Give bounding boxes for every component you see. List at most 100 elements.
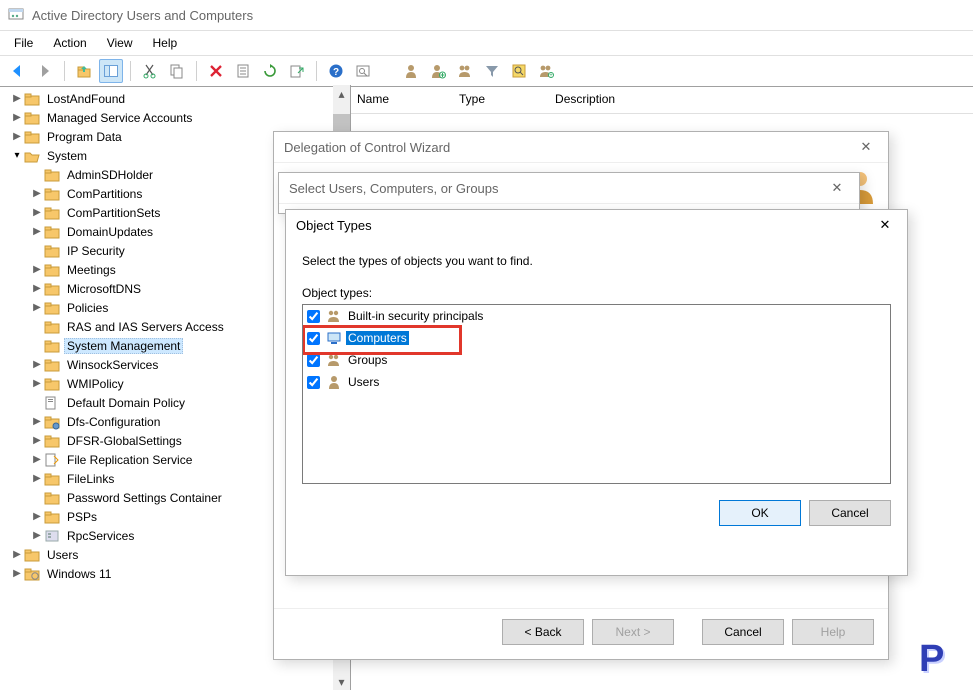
chevron-right-icon[interactable]: ▶ <box>30 415 44 429</box>
select-objects-title: Select Users, Computers, or Groups <box>289 181 499 196</box>
option-users[interactable]: Users <box>303 371 890 393</box>
chevron-right-icon[interactable]: ▶ <box>30 377 44 391</box>
menu-help[interactable]: Help <box>143 32 188 54</box>
tree-label: LostAndFound <box>44 92 128 106</box>
folder-icon <box>44 262 60 278</box>
export-list-button[interactable] <box>285 59 309 83</box>
copy-button[interactable] <box>165 59 189 83</box>
option-label: Computers <box>346 331 409 345</box>
wizard-back-button[interactable]: < Back <box>502 619 584 645</box>
option-users-checkbox[interactable] <box>307 376 320 389</box>
watermark-logo: P <box>919 638 963 682</box>
ok-button[interactable]: OK <box>719 500 801 526</box>
wizard-title-bar[interactable]: Delegation of Control Wizard ✕ <box>274 132 888 163</box>
user-icon-button[interactable] <box>399 59 423 83</box>
group-icon <box>326 352 342 368</box>
chevron-right-icon[interactable]: ▶ <box>30 206 44 220</box>
tree-label: MicrosoftDNS <box>64 282 144 296</box>
option-label: Built-in security principals <box>346 309 485 323</box>
chevron-right-icon[interactable]: ▶ <box>30 472 44 486</box>
scroll-up-button[interactable]: ▴ <box>333 85 350 102</box>
object-types-instruction: Select the types of objects you want to … <box>302 254 891 268</box>
chevron-right-icon[interactable]: ▶ <box>30 301 44 315</box>
menu-file[interactable]: File <box>4 32 43 54</box>
nav-back-button[interactable] <box>6 59 30 83</box>
folder-icon <box>44 186 60 202</box>
search-button[interactable] <box>507 59 531 83</box>
add-group-button[interactable] <box>453 59 477 83</box>
tree-label: PSPs <box>64 510 100 524</box>
object-types-body: Select the types of objects you want to … <box>286 240 907 488</box>
tree-label: Default Domain Policy <box>64 396 188 410</box>
option-groups-checkbox[interactable] <box>307 354 320 367</box>
cut-button[interactable] <box>138 59 162 83</box>
chevron-right-icon[interactable]: ▶ <box>10 567 24 581</box>
delete-button[interactable] <box>204 59 228 83</box>
up-one-level-button[interactable] <box>72 59 96 83</box>
chevron-right-icon[interactable]: ▶ <box>30 434 44 448</box>
menu-action[interactable]: Action <box>43 32 96 54</box>
tree-item-msa[interactable]: ▶Managed Service Accounts <box>10 108 350 127</box>
chevron-right-icon[interactable]: ▶ <box>30 187 44 201</box>
column-description[interactable]: Description <box>555 92 615 106</box>
menu-view[interactable]: View <box>97 32 143 54</box>
group-icon <box>326 308 342 324</box>
chevron-right-icon[interactable]: ▶ <box>30 263 44 277</box>
close-icon[interactable]: ✕ <box>873 213 897 237</box>
chevron-right-icon[interactable]: ▶ <box>30 282 44 296</box>
chevron-right-icon[interactable]: ▶ <box>30 358 44 372</box>
help-button[interactable]: ? <box>324 59 348 83</box>
chevron-right-icon[interactable]: ▶ <box>10 548 24 562</box>
close-icon[interactable]: ✕ <box>854 135 878 159</box>
folder-icon <box>24 110 40 126</box>
tree-label: File Replication Service <box>64 453 195 467</box>
object-types-title: Object Types <box>296 218 372 233</box>
show-hide-console-tree-button[interactable] <box>99 59 123 83</box>
option-builtin[interactable]: Built-in security principals <box>303 305 890 327</box>
tree-label: DomainUpdates <box>64 225 156 239</box>
tree-label: IP Security <box>64 244 128 258</box>
chevron-right-icon[interactable]: ▶ <box>10 111 24 125</box>
select-objects-title-bar[interactable]: Select Users, Computers, or Groups ✕ <box>279 173 859 204</box>
tree-label: Meetings <box>64 263 119 277</box>
user-icon <box>326 374 342 390</box>
option-groups[interactable]: Groups <box>303 349 890 371</box>
add-to-group-button[interactable]: + <box>534 59 558 83</box>
toolbar-separator <box>64 61 65 81</box>
chevron-right-icon[interactable]: ▶ <box>30 510 44 524</box>
object-types-listbox[interactable]: Built-in security principals Computers G… <box>302 304 891 484</box>
wizard-help-button: Help <box>792 619 874 645</box>
tree-label: Password Settings Container <box>64 491 225 505</box>
chevron-right-icon[interactable]: ▶ <box>30 453 44 467</box>
folder-icon <box>44 509 60 525</box>
option-computers-checkbox[interactable] <box>307 332 320 345</box>
column-name[interactable]: Name <box>357 92 389 106</box>
list-header[interactable]: Name Type Description <box>351 85 973 114</box>
add-user-button[interactable] <box>426 59 450 83</box>
chevron-right-icon[interactable]: ▶ <box>30 529 44 543</box>
wizard-next-button: Next > <box>592 619 674 645</box>
column-type[interactable]: Type <box>459 92 485 106</box>
chevron-right-icon[interactable]: ▶ <box>30 225 44 239</box>
scroll-down-button[interactable]: ▾ <box>333 673 350 690</box>
folder-icon <box>44 300 60 316</box>
tree-item-lostandfound[interactable]: ▶ LostAndFound <box>10 89 350 108</box>
option-computers[interactable]: Computers <box>303 327 890 349</box>
chevron-right-icon[interactable]: ▶ <box>10 92 24 106</box>
find-button[interactable] <box>351 59 375 83</box>
close-icon[interactable]: ✕ <box>825 176 849 200</box>
properties-button[interactable] <box>231 59 255 83</box>
chevron-down-icon[interactable]: ▾ <box>10 149 24 163</box>
folder-open-icon <box>24 148 40 164</box>
cancel-button[interactable]: Cancel <box>809 500 891 526</box>
tree-label: Users <box>44 548 81 562</box>
option-builtin-checkbox[interactable] <box>307 310 320 323</box>
object-types-title-bar[interactable]: Object Types ✕ <box>286 210 907 240</box>
gpo-icon <box>44 395 60 411</box>
wizard-cancel-button[interactable]: Cancel <box>702 619 784 645</box>
nav-forward-button[interactable] <box>33 59 57 83</box>
filter-button[interactable] <box>480 59 504 83</box>
refresh-button[interactable] <box>258 59 282 83</box>
ou-icon <box>24 566 40 582</box>
chevron-right-icon[interactable]: ▶ <box>10 130 24 144</box>
